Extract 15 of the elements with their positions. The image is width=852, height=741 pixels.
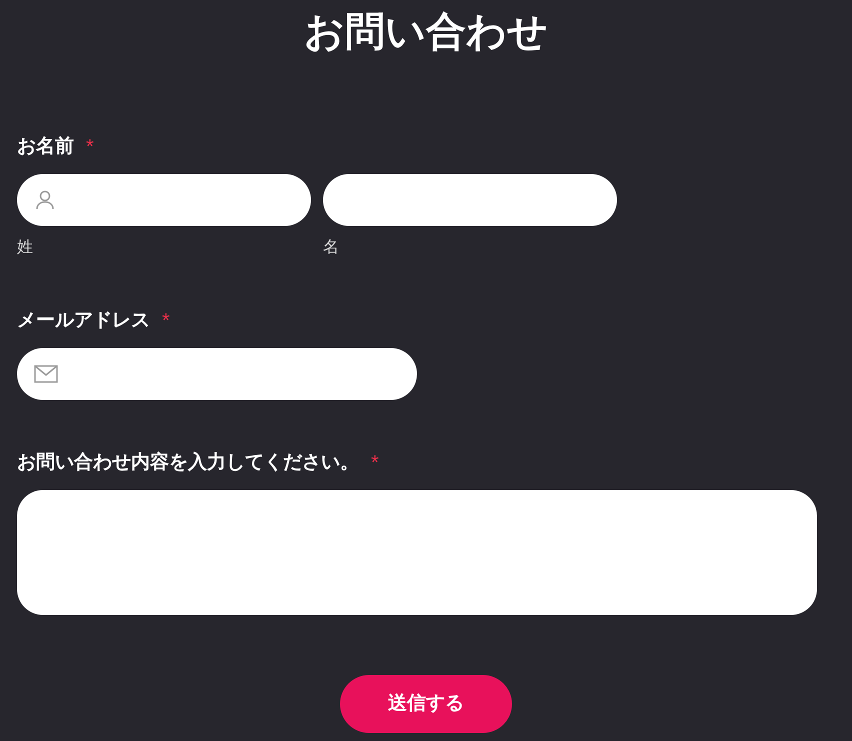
field-label: お問い合わせ内容を入力してください。 (17, 450, 359, 475)
sub-label: 姓 (17, 238, 34, 258)
required-mark: * (371, 451, 379, 476)
field-label: メールアドレス (17, 308, 150, 333)
name-input[interactable] (323, 174, 617, 226)
submit-button[interactable]: 送信する (340, 675, 512, 733)
required-mark: * (162, 309, 170, 334)
page-title: お問い合わせ (303, 12, 549, 52)
required-mark: * (86, 135, 94, 160)
mail-icon (34, 365, 58, 383)
field-label: お名前 (17, 134, 74, 159)
sub-label: 名 (323, 238, 340, 258)
name-input[interactable] (17, 174, 311, 226)
user-icon (36, 190, 54, 210)
email-input[interactable] (17, 348, 417, 400)
